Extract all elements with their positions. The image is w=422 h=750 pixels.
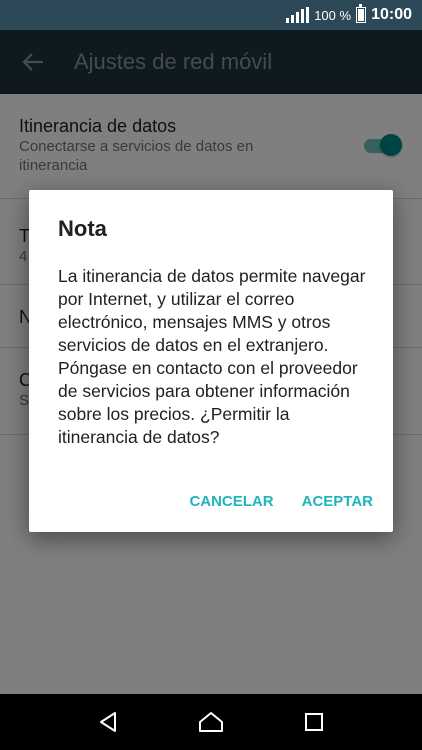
home-nav-icon[interactable] xyxy=(191,702,231,742)
dialog-message: La itinerancia de datos permite navegar … xyxy=(58,266,366,447)
battery-icon xyxy=(356,4,367,23)
status-bar: 100 % 10:00 xyxy=(0,0,422,30)
recents-nav-icon[interactable] xyxy=(294,702,334,742)
back-nav-icon[interactable] xyxy=(88,702,128,742)
dialog-title: Nota xyxy=(58,216,107,241)
status-indicators: 100 % 10:00 xyxy=(286,4,412,25)
dialog-actions: CANCELAR ACEPTAR xyxy=(189,493,373,510)
roaming-note-dialog: Nota La itinerancia de datos permite nav… xyxy=(29,190,393,532)
battery-percent: 100 % xyxy=(314,7,352,23)
accept-button[interactable]: ACEPTAR xyxy=(302,493,373,510)
navigation-bar xyxy=(0,694,422,750)
clock: 10:00 xyxy=(371,6,412,23)
cancel-button[interactable]: CANCELAR xyxy=(189,493,273,510)
signal-strength-icon xyxy=(286,7,310,23)
